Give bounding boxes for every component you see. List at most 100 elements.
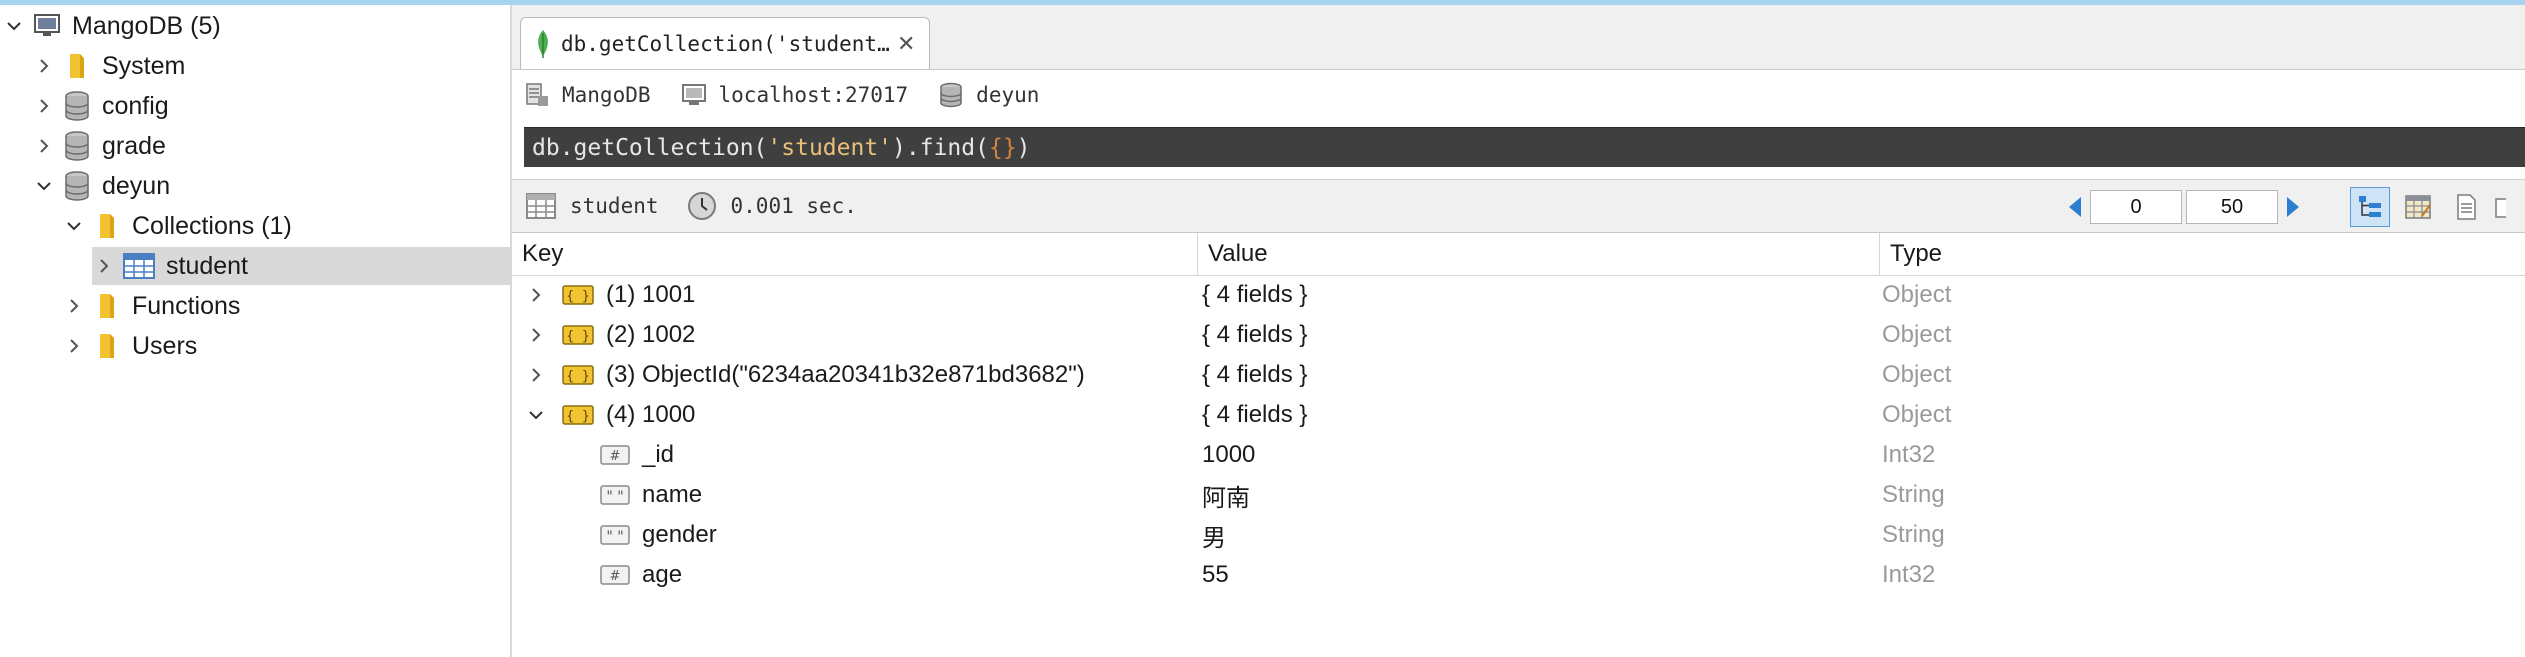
- string-type-icon: " ": [600, 485, 630, 505]
- tree-node-users[interactable]: Users: [62, 327, 197, 365]
- chevron-right-icon[interactable]: [524, 283, 548, 307]
- connection-server-label: MangoDB: [562, 83, 651, 107]
- value-cell: 男: [1202, 524, 1226, 552]
- chevron-right-icon[interactable]: [32, 94, 56, 118]
- svg-text:{ }: { }: [566, 289, 589, 304]
- tree-node-label: Functions: [132, 291, 241, 320]
- more-view-icon[interactable]: [2494, 187, 2506, 227]
- chevron-right-icon[interactable]: [32, 134, 56, 158]
- key-cell: { } (3) ObjectId("6234aa20341b32e871bd36…: [524, 355, 1085, 395]
- result-collection: student: [526, 193, 659, 219]
- chevron-right-icon[interactable]: [62, 334, 86, 358]
- table-header: Key Value Type: [512, 233, 2525, 276]
- table-row[interactable]: { } (1) 1001 { 4 fields } Object: [512, 275, 2525, 315]
- tree-node-grade[interactable]: grade: [32, 127, 166, 165]
- chevron-right-icon[interactable]: [32, 54, 56, 78]
- key-text: _id: [642, 441, 675, 468]
- type-cell: Object: [1882, 401, 1952, 428]
- tree-node-root[interactable]: MangoDB (5): [2, 7, 221, 45]
- object-icon: { }: [562, 405, 594, 425]
- results-toolbar: student 0.001 sec.: [512, 179, 2525, 233]
- database-icon: [62, 171, 92, 201]
- type-cell: Int32: [1882, 441, 1936, 468]
- database-icon: [62, 131, 92, 161]
- folder-icon: [62, 51, 92, 81]
- value-cell: 1000: [1202, 441, 1256, 468]
- chevron-right-icon[interactable]: [524, 323, 548, 347]
- tree-node-label: System: [102, 51, 186, 80]
- table-row[interactable]: { } (4) 1000 { 4 fields } Object: [512, 395, 2525, 435]
- result-time-label: 0.001 sec.: [730, 194, 857, 218]
- object-icon: { }: [562, 285, 594, 305]
- close-icon[interactable]: ✕: [897, 31, 915, 57]
- chevron-right-icon[interactable]: [92, 254, 116, 278]
- view-mode-switcher: [2350, 186, 2514, 228]
- tree-node-system[interactable]: System: [32, 47, 185, 85]
- column-header-key[interactable]: Key: [512, 233, 1197, 275]
- connection-tree: MangoDB (5) System config grade deyun Co…: [0, 5, 510, 657]
- tree-node-label: deyun: [102, 171, 171, 200]
- collection-table-icon: [122, 251, 156, 281]
- column-header-value[interactable]: Value: [1197, 233, 1879, 275]
- tree-node-label: Collections (1): [132, 211, 292, 240]
- connection-database-label: deyun: [976, 83, 1040, 107]
- value-cell: { 4 fields }: [1202, 401, 1308, 428]
- limit-input[interactable]: [2186, 190, 2278, 224]
- svg-text:#: #: [610, 449, 621, 464]
- table-row[interactable]: " " name 阿南 String: [512, 475, 2525, 515]
- query-text-string: 'student': [767, 134, 893, 161]
- connection-host: localhost:27017: [681, 82, 908, 108]
- tree-node-label: config: [102, 91, 169, 120]
- tree-node-functions[interactable]: Functions: [62, 287, 240, 325]
- type-cell: Int32: [1882, 561, 1936, 588]
- tree-node-deyun[interactable]: deyun: [32, 167, 170, 205]
- chevron-down-icon[interactable]: [62, 214, 86, 238]
- tree-node-collections[interactable]: Collections (1): [62, 207, 292, 245]
- key-text: age: [642, 561, 683, 588]
- column-header-type[interactable]: Type: [1879, 233, 2525, 275]
- table-row[interactable]: { } (2) 1002 { 4 fields } Object: [512, 315, 2525, 355]
- number-type-icon: #: [600, 565, 630, 585]
- tree-node-student[interactable]: student: [92, 247, 510, 285]
- skip-input[interactable]: [2090, 190, 2182, 224]
- chevron-down-icon[interactable]: [32, 174, 56, 198]
- key-cell: { } (1) 1001: [524, 275, 695, 315]
- folder-icon: [92, 331, 122, 361]
- type-cell: Object: [1882, 321, 1952, 348]
- query-text-close: ): [1016, 134, 1031, 161]
- chevron-down-icon[interactable]: [524, 403, 548, 427]
- table-row[interactable]: # _id 1000 Int32: [512, 435, 2525, 475]
- chevron-down-icon[interactable]: [2, 14, 26, 38]
- previous-page-icon[interactable]: [2062, 190, 2088, 224]
- table-view-icon[interactable]: [2398, 187, 2438, 227]
- database-icon: [62, 91, 92, 121]
- chevron-right-icon[interactable]: [62, 294, 86, 318]
- number-type-icon: #: [600, 445, 630, 465]
- result-time: 0.001 sec.: [687, 191, 857, 221]
- tab-query[interactable]: db.getCollection('student… ✕: [520, 17, 930, 69]
- key-cell: # age: [600, 555, 682, 595]
- object-icon: { }: [562, 325, 594, 345]
- server-icon: [526, 83, 548, 106]
- query-text-function: db.getCollection(: [532, 134, 768, 161]
- tree-view-icon[interactable]: [2350, 187, 2390, 227]
- type-cell: Object: [1882, 281, 1952, 308]
- key-text: (4) 1000: [606, 401, 696, 428]
- table-row[interactable]: # age 55 Int32: [512, 555, 2525, 595]
- svg-text:" ": " ": [606, 529, 623, 545]
- next-page-icon[interactable]: [2280, 190, 2306, 224]
- tab-title: db.getCollection('student…: [561, 31, 890, 56]
- connection-server: MangoDB: [524, 82, 651, 108]
- value-cell: { 4 fields }: [1202, 321, 1308, 348]
- tree-node-config[interactable]: config: [32, 87, 169, 125]
- tree-node-label: grade: [102, 131, 166, 160]
- key-text: (2) 1002: [606, 321, 696, 348]
- object-icon: { }: [562, 365, 594, 385]
- value-cell: 55: [1202, 561, 1229, 588]
- table-row[interactable]: " " gender 男 String: [512, 515, 2525, 555]
- chevron-right-icon[interactable]: [524, 363, 548, 387]
- query-text-braces: {}: [988, 134, 1017, 161]
- query-editor[interactable]: db.getCollection('student').find({}): [524, 127, 2525, 167]
- text-view-icon[interactable]: [2446, 187, 2486, 227]
- table-row[interactable]: { } (3) ObjectId("6234aa20341b32e871bd36…: [512, 355, 2525, 395]
